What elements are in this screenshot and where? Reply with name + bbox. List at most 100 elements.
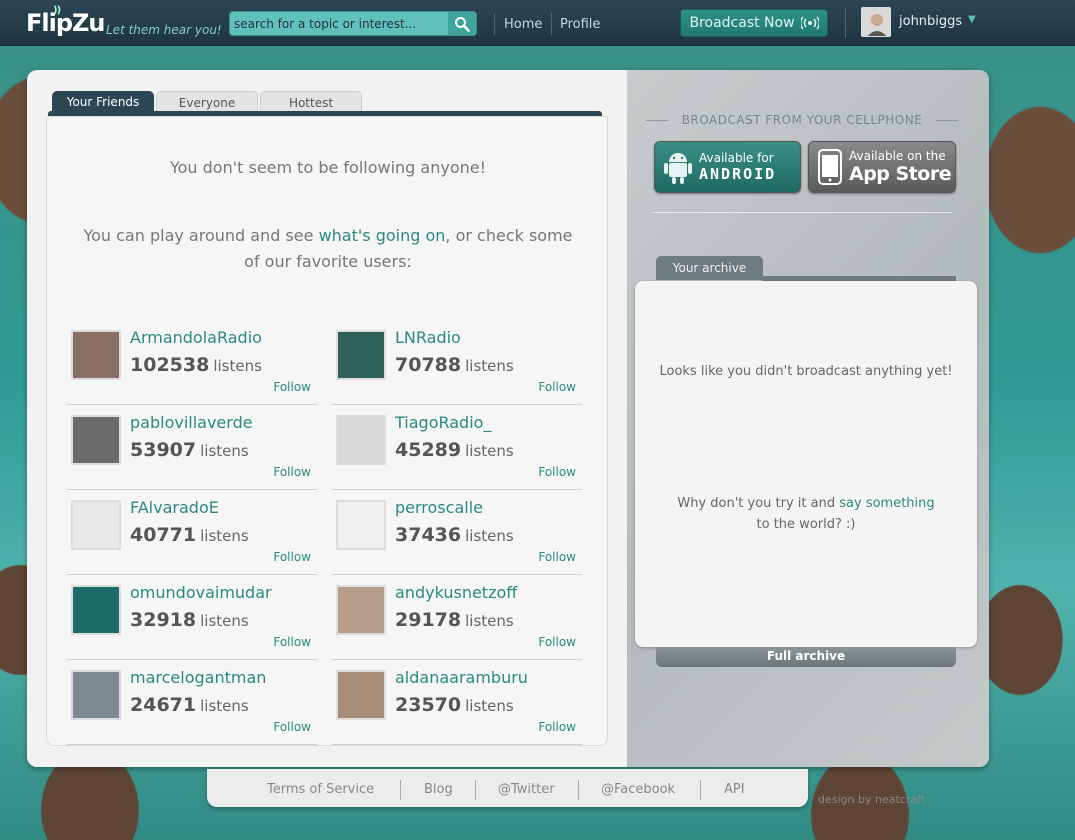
footer-api-link[interactable]: API — [724, 782, 745, 797]
user-avatar-thumb[interactable] — [336, 670, 386, 720]
user-name-link[interactable]: LNRadio — [395, 328, 461, 347]
say-something-link[interactable]: say something — [839, 496, 934, 511]
archive-empty-message: Looks like you didn't broadcast anything… — [635, 361, 977, 382]
user-name-link[interactable]: omundovaimudar — [130, 583, 272, 602]
nav-home[interactable]: Home — [504, 17, 542, 32]
listens-label: listens — [200, 442, 249, 460]
user-avatar-thumb[interactable] — [336, 500, 386, 550]
top-bar: FlipZu )) Let them hear you! Home Profil… — [0, 0, 1075, 46]
broadcast-now-button[interactable]: Broadcast Now — [680, 9, 828, 37]
listens-count: 37436 listens — [395, 524, 514, 546]
archive-panel: Looks like you didn't broadcast anything… — [635, 281, 977, 647]
not-following-message: You don't seem to be following anyone! — [169, 158, 487, 177]
design-credit[interactable]: design by neatcraft — [818, 793, 925, 806]
user-name-link[interactable]: TiagoRadio_ — [395, 413, 491, 432]
appstore-big-text: App Store — [849, 163, 952, 185]
listens-label: listens — [465, 442, 514, 460]
app-store-button[interactable]: Available on the App Store — [808, 141, 956, 193]
footer-terms-link[interactable]: Terms of Service — [267, 782, 374, 797]
user-card: marcelogantman 24671 listens Follow — [67, 660, 317, 745]
user-name-link[interactable]: aldanaaramburu — [395, 668, 528, 687]
user-name-link[interactable]: FAlvaradoE — [130, 498, 219, 517]
flipzu-logo[interactable]: FlipZu )) — [26, 5, 106, 37]
listens-label: listens — [200, 527, 249, 545]
follow-button[interactable]: Follow — [273, 635, 311, 649]
listens-number: 53907 — [130, 439, 197, 461]
chevron-down-icon[interactable]: ▼ — [968, 14, 976, 25]
user-avatar-thumb[interactable] — [336, 585, 386, 635]
user-name-link[interactable]: ArmandolaRadio — [130, 328, 262, 347]
user-avatar-thumb[interactable] — [336, 330, 386, 380]
archive-empty-text: Looks like you didn't broadcast anything… — [659, 364, 953, 379]
listens-count: 29178 listens — [395, 609, 514, 631]
user-card: TiagoRadio_ 45289 listens Follow — [332, 405, 582, 490]
cellphone-heading: BROADCAST FROM YOUR CELLPHONE — [646, 113, 958, 127]
listens-number: 24671 — [130, 694, 197, 716]
listens-count: 53907 listens — [130, 439, 249, 461]
listens-number: 45289 — [395, 439, 462, 461]
follow-button[interactable]: Follow — [538, 550, 576, 564]
user-avatar-thumb[interactable] — [71, 585, 121, 635]
tab-your-friends[interactable]: Your Friends — [52, 91, 154, 113]
user-avatar[interactable] — [861, 7, 891, 37]
search-icon — [455, 16, 470, 32]
broadcast-label: Broadcast Now — [689, 15, 795, 31]
follow-button[interactable]: Follow — [273, 380, 311, 394]
listens-number: 102538 — [130, 354, 210, 376]
follow-button[interactable]: Follow — [538, 380, 576, 394]
listens-count: 70788 listens — [395, 354, 514, 376]
footer-blog-link[interactable]: Blog — [424, 782, 453, 797]
user-name-link[interactable]: pablovillaverde — [130, 413, 253, 432]
footer-twitter-link[interactable]: @Twitter — [498, 782, 555, 797]
follow-button[interactable]: Follow — [273, 720, 311, 734]
username[interactable]: johnbiggs — [899, 14, 962, 29]
tab-everyone[interactable]: Everyone — [156, 91, 258, 113]
follow-button[interactable]: Follow — [273, 465, 311, 479]
listens-count: 45289 listens — [395, 439, 514, 461]
user-name-link[interactable]: marcelogantman — [130, 668, 266, 687]
user-divider — [845, 8, 846, 38]
follow-button[interactable]: Follow — [538, 720, 576, 734]
user-avatar-thumb[interactable] — [71, 670, 121, 720]
follow-button[interactable]: Follow — [273, 550, 311, 564]
iphone-icon — [818, 149, 842, 185]
listens-number: 29178 — [395, 609, 462, 631]
footer-divider — [578, 780, 579, 800]
search-input[interactable] — [234, 15, 444, 33]
user-avatar-thumb[interactable] — [336, 415, 386, 465]
whats-going-on-link[interactable]: what's going on — [319, 226, 446, 245]
listens-count: 23570 listens — [395, 694, 514, 716]
search-box — [229, 11, 477, 36]
nav-divider — [551, 13, 552, 35]
listens-count: 102538 listens — [130, 354, 262, 376]
avatar-icon — [862, 8, 890, 36]
appstore-small-text: Available on the — [849, 149, 946, 163]
footer-facebook-link[interactable]: @Facebook — [601, 782, 675, 797]
listens-number: 23570 — [395, 694, 462, 716]
android-small-text: Available for — [699, 151, 774, 165]
user-avatar-thumb[interactable] — [71, 500, 121, 550]
broadcast-icon — [800, 16, 819, 30]
listens-count: 40771 listens — [130, 524, 249, 546]
android-store-button[interactable]: Available for ANDROID — [654, 141, 801, 193]
listens-label: listens — [200, 697, 249, 715]
user-card: andykusnetzoff 29178 listens Follow — [332, 575, 582, 660]
user-avatar-thumb[interactable] — [71, 415, 121, 465]
follow-button[interactable]: Follow — [538, 635, 576, 649]
listens-count: 32918 listens — [130, 609, 249, 631]
try-prefix: Why don't you try it and — [677, 496, 836, 511]
user-card: perroscalle 37436 listens Follow — [332, 490, 582, 575]
logo-text: FlipZu — [26, 9, 106, 37]
tab-your-archive[interactable]: Your archive — [656, 256, 763, 280]
user-avatar-thumb[interactable] — [71, 330, 121, 380]
user-name-link[interactable]: andykusnetzoff — [395, 583, 517, 602]
search-button[interactable] — [448, 12, 476, 35]
full-archive-button[interactable]: Full archive — [656, 647, 956, 667]
user-name-link[interactable]: perroscalle — [395, 498, 483, 517]
tab-hottest[interactable]: Hottest — [260, 91, 362, 113]
listens-number: 32918 — [130, 609, 197, 631]
follow-button[interactable]: Follow — [538, 465, 576, 479]
android-big-text: ANDROID — [699, 165, 777, 183]
user-card: pablovillaverde 53907 listens Follow — [67, 405, 317, 490]
nav-profile[interactable]: Profile — [560, 17, 600, 32]
